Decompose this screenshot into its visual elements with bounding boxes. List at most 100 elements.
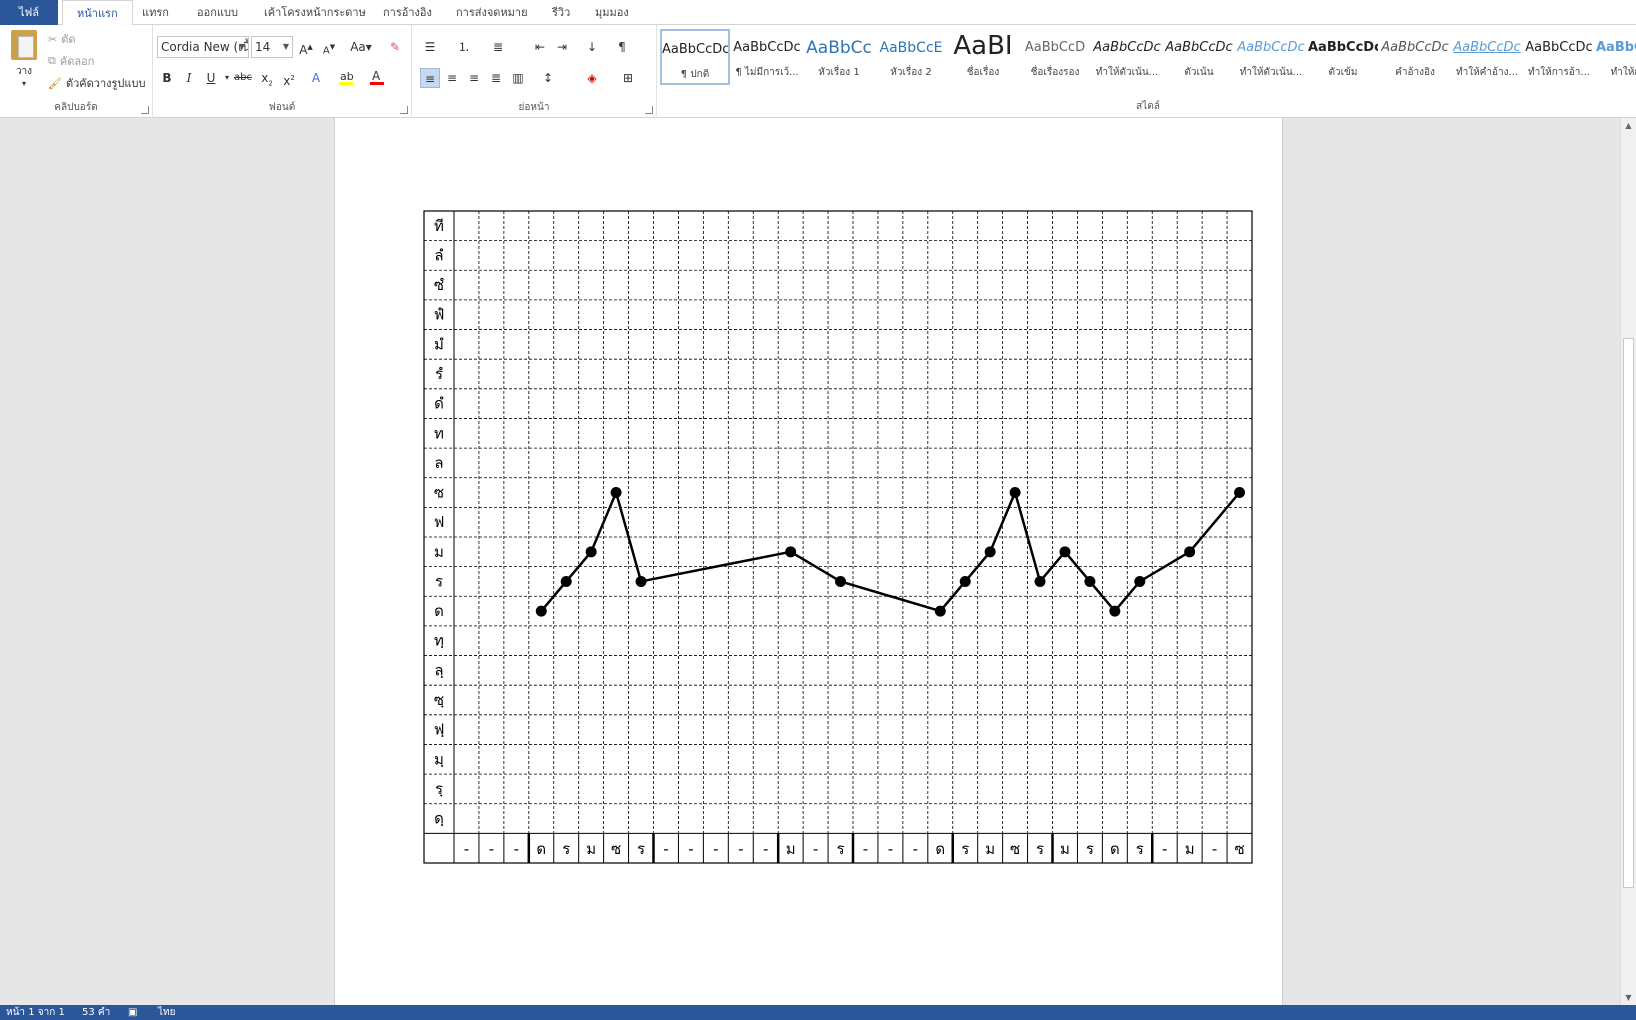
style-item[interactable]: AaBbCcDc ตัวเน้น	[1164, 29, 1234, 85]
multilevel-list-button[interactable]: ≣	[488, 37, 508, 57]
x-axis-label: -	[1162, 840, 1167, 858]
bullets-button[interactable]: ☰	[420, 37, 440, 57]
word-count[interactable]: 53 คำ	[82, 1005, 110, 1020]
superscript-button[interactable]: x2	[279, 68, 299, 88]
style-item[interactable]: AaBbCcDc ทำให้การอ้า...	[1524, 29, 1594, 85]
font-name-select[interactable]: Cordia New (เนื้ ▼	[157, 36, 249, 58]
x-axis-label: ร	[562, 840, 570, 858]
document-page[interactable]: ที ลํ ซํ ฟํ มํ รํ ดํทลซฟมรดทฺ ลฺ ซฺ ฟฺ มฺ รฺ ดฺ - - - ดร…	[334, 118, 1283, 1005]
vertical-scrollbar[interactable]: ▲ ▼	[1620, 118, 1636, 1005]
style-item[interactable]: AaBbCcDc ¶ ไม่มีการเว้...	[732, 29, 802, 85]
tab-review[interactable]: รีวิว	[538, 0, 584, 25]
grow-font-button[interactable]: A▲	[296, 37, 316, 57]
style-sample: AaBbCcDc	[1596, 40, 1636, 55]
style-item[interactable]: AaBbCcDc ตัวเข้ม	[1308, 29, 1378, 85]
style-sample: AaBbCcD	[1024, 40, 1086, 55]
y-axis-label: ซํ	[434, 276, 444, 294]
dialog-launcher-icon[interactable]	[141, 106, 149, 114]
style-item[interactable]: AaBbCcDc คำอ้างอิง	[1380, 29, 1450, 85]
scroll-up-icon[interactable]: ▲	[1621, 118, 1636, 133]
style-sample: AaBbCcDc	[1165, 40, 1233, 55]
cut-button[interactable]: ✂ ตัด	[48, 30, 76, 48]
melody-point	[934, 605, 946, 617]
style-item[interactable]: AaBbCcDc ทำให้ตัวเน้น...	[1236, 29, 1306, 85]
paste-label: วาง	[15, 66, 33, 77]
tab-design[interactable]: ออกแบบ	[183, 0, 252, 25]
copy-button[interactable]: ⧉ คัดลอก	[48, 52, 94, 70]
clear-formatting-icon[interactable]: ✎	[385, 37, 405, 57]
distributed-button[interactable]: ▥	[508, 68, 528, 88]
melody-point	[1084, 575, 1096, 587]
x-axis-label: ร	[1086, 840, 1094, 858]
scroll-down-icon[interactable]: ▼	[1621, 990, 1636, 1005]
text-effects-icon[interactable]: A	[306, 68, 326, 88]
status-bar: หน้า 1 จาก 1 53 คำ ▣ ไทย	[0, 1005, 1636, 1020]
show-marks-button[interactable]: ¶	[612, 37, 632, 57]
increase-indent-button[interactable]: ⇥	[552, 37, 572, 57]
highlight-button[interactable]: ab	[336, 68, 356, 88]
melody-point	[585, 546, 597, 558]
y-axis-label: ลฺ	[434, 661, 443, 679]
subscript-button[interactable]: x2	[257, 68, 277, 88]
format-painter-button[interactable]: 🖌 ตัวคัดวางรูปแบบ	[48, 74, 145, 92]
font-size-select[interactable]: 14 ▼	[251, 36, 293, 58]
y-axis-label: ด	[434, 602, 444, 620]
font-color-button[interactable]: A	[367, 68, 387, 88]
proofing-icon[interactable]: ▣	[128, 1005, 137, 1020]
y-axis-label: ฟ	[434, 513, 445, 531]
align-right-button[interactable]: ≡	[464, 68, 484, 88]
y-axis-label: ฟํ	[434, 306, 445, 324]
x-axis-label: ด	[935, 840, 945, 858]
align-left-button[interactable]: ≡	[420, 68, 440, 88]
bold-button[interactable]: B	[157, 68, 177, 88]
style-item[interactable]: AaBbCcDc ทำให้ตัวเน้น...	[1092, 29, 1162, 85]
style-item[interactable]: AaBbCcDc ทำให้การ	[1596, 29, 1636, 85]
style-item[interactable]: AaBbCc หัวเรื่อง 1	[804, 29, 874, 85]
x-axis-label: ด	[1110, 840, 1120, 858]
tab-view[interactable]: มุมมอง	[581, 0, 643, 25]
x-axis-label: ซ	[1234, 840, 1244, 858]
numbering-button[interactable]: ⒈	[454, 37, 474, 57]
x-axis-label: ม	[786, 840, 796, 858]
style-item[interactable]: AaBbCcDc ¶ ปกติ	[660, 29, 730, 85]
shading-icon[interactable]: ◈	[582, 68, 602, 88]
change-case-button[interactable]: Aa▾	[346, 37, 376, 57]
tab-layout[interactable]: เค้าโครงหน้ากระดาษ	[250, 0, 380, 25]
align-center-button[interactable]: ≡	[442, 68, 462, 88]
x-axis-label: ม	[586, 840, 596, 858]
italic-button[interactable]: I	[179, 68, 199, 88]
melody-point	[560, 575, 572, 587]
decrease-indent-button[interactable]: ⇤	[530, 37, 550, 57]
borders-icon[interactable]: ⊞	[618, 68, 638, 88]
style-item[interactable]: AaBbCcE หัวเรื่อง 2	[876, 29, 946, 85]
sort-button[interactable]: ↓	[582, 37, 602, 57]
dialog-launcher-icon[interactable]	[400, 106, 408, 114]
style-item[interactable]: AaBbCcDc ทำให้คำอ้าง...	[1452, 29, 1522, 85]
font-name-value: Cordia New (เนื้	[161, 40, 249, 54]
font-group: Cordia New (เนื้ ▼ 14 ▼ A▲ A▼ Aa▾ ✎ B I …	[153, 25, 412, 118]
x-axis-label: ร	[961, 840, 969, 858]
shrink-font-button[interactable]: A▼	[319, 37, 339, 57]
tab-home[interactable]: หน้าแรก	[62, 0, 133, 26]
melody-line	[540, 491, 1241, 613]
style-item[interactable]: AaBbCcD ชื่อเรื่องรอง	[1020, 29, 1090, 85]
tab-insert[interactable]: แทรก	[128, 0, 183, 25]
tab-mailings[interactable]: การส่งจดหมาย	[442, 0, 542, 25]
melody-point	[1134, 575, 1146, 587]
scroll-thumb[interactable]	[1623, 338, 1634, 888]
strikethrough-button[interactable]: abc	[233, 68, 253, 88]
style-item[interactable]: AaBI ชื่อเรื่อง	[948, 29, 1018, 85]
dialog-launcher-icon[interactable]	[645, 106, 653, 114]
grid-frame	[423, 210, 1253, 864]
style-sample: AaBbCcDc	[1381, 40, 1449, 55]
justify-button[interactable]: ≣	[486, 68, 506, 88]
ribbon: วาง ▾ ✂ ตัด ⧉ คัดลอก 🖌 ตัวคัดวางรูปแบบ ค…	[0, 25, 1636, 118]
tab-file[interactable]: ไฟล์	[0, 0, 58, 25]
line-spacing-button[interactable]: ↕	[538, 68, 558, 88]
style-sample: AaBbCcDc	[1093, 40, 1161, 55]
svg-text:ab: ab	[340, 70, 354, 83]
page-count[interactable]: หน้า 1 จาก 1	[6, 1005, 65, 1020]
paste-button[interactable]: วาง ▾	[8, 29, 40, 89]
tab-references[interactable]: การอ้างอิง	[369, 0, 446, 25]
language-indicator[interactable]: ไทย	[158, 1005, 175, 1020]
